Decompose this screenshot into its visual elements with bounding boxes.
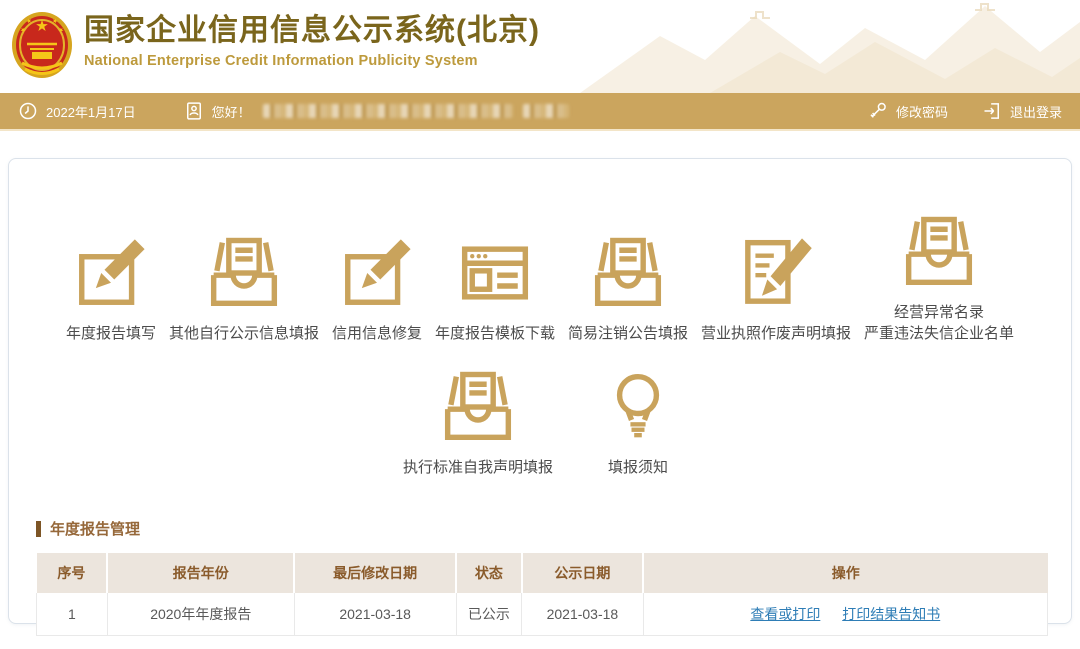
view-or-print-link[interactable]: 查看或打印	[750, 606, 820, 622]
cell-operations: 查看或打印 打印结果告知书	[643, 593, 1047, 635]
national-emblem-logo	[10, 7, 74, 85]
table-row: 1 2020年年度报告 2021-03-18 已公示 2021-03-18 查看…	[37, 593, 1048, 635]
id-card-icon	[184, 101, 204, 121]
clock-icon	[18, 101, 38, 121]
lightbulb-icon	[599, 368, 677, 446]
toolbar-actions: 修改密码 退出登录	[868, 101, 1062, 121]
action-label-line1: 经营异常名录	[864, 302, 1014, 323]
col-header-operation: 操作	[643, 553, 1047, 593]
title-block: 国家企业信用信息公示系统(北京) National Enterprise Cre…	[84, 13, 540, 69]
current-date: 2022年1月17日	[18, 101, 136, 121]
action-label-line2: 严重违法失信企业名单	[864, 323, 1014, 344]
user-toolbar: 2022年1月17日 您好！ 修改密码 退出登录	[0, 93, 1080, 131]
col-header-last-modified: 最后修改日期	[294, 553, 456, 593]
change-password-button[interactable]: 修改密码	[868, 101, 948, 121]
key-icon	[868, 101, 888, 121]
action-other-self-publicity[interactable]: 其他自行公示信息填报	[169, 234, 319, 344]
date-text: 2022年1月17日	[46, 102, 136, 121]
action-report-template-download[interactable]: 年度报告模板下载	[435, 234, 555, 344]
col-header-publicity-date: 公示日期	[522, 553, 643, 593]
section-title: 年度报告管理	[50, 518, 140, 539]
user-greeting: 您好！	[184, 101, 569, 121]
action-label: 营业执照作废声明填报	[701, 323, 851, 344]
action-label: 其他自行公示信息填报	[169, 323, 319, 344]
action-label: 执行标准自我声明填报	[403, 457, 553, 478]
document-edit-icon	[737, 234, 815, 312]
action-filing-instructions[interactable]: 填报须知	[599, 368, 677, 478]
action-label: 年度报告模板下载	[435, 323, 555, 344]
action-label: 信用信息修复	[332, 323, 422, 344]
site-title: 国家企业信用信息公示系统(北京)	[84, 13, 540, 49]
report-section-header: 年度报告管理	[36, 518, 1071, 539]
col-header-status: 状态	[456, 553, 522, 593]
mountain-watermark-art	[520, 0, 1080, 93]
cell-report-year: 2020年年度报告	[107, 593, 294, 635]
action-label: 年度报告填写	[66, 323, 156, 344]
inbox-document-icon	[439, 368, 517, 446]
page: 国家企业信用信息公示系统(北京) National Enterprise Cre…	[0, 0, 1080, 649]
greeting-text: 您好！	[212, 102, 251, 121]
section-marker-bar	[36, 521, 41, 537]
cell-index: 1	[37, 593, 108, 635]
template-window-icon	[456, 234, 534, 312]
logout-button[interactable]: 退出登录	[982, 101, 1062, 121]
col-header-report-year: 报告年份	[107, 553, 294, 593]
site-subtitle: National Enterprise Credit Information P…	[84, 53, 540, 69]
cell-last-modified: 2021-03-18	[294, 593, 456, 635]
print-result-notice-link[interactable]: 打印结果告知书	[842, 606, 940, 622]
action-license-void-declaration[interactable]: 营业执照作废声明填报	[701, 234, 851, 344]
table-header-row: 序号 报告年份 最后修改日期 状态 公示日期 操作	[37, 553, 1048, 593]
action-abnormal-operations-list[interactable]: 经营异常名录 严重违法失信企业名单	[864, 213, 1014, 344]
action-label: 经营异常名录 严重违法失信企业名单	[864, 302, 1014, 344]
edit-square-icon	[72, 234, 150, 312]
redacted-username	[263, 104, 569, 118]
main-panel: 年度报告填写 其他自行公示信息填报 信用信息修复 年度报告模板下载 简易注销公告…	[8, 158, 1072, 624]
action-standard-self-declaration[interactable]: 执行标准自我声明填报	[403, 368, 553, 478]
site-header: 国家企业信用信息公示系统(北京) National Enterprise Cre…	[0, 0, 1080, 93]
inbox-document-icon	[900, 213, 978, 291]
edit-square-icon	[338, 234, 416, 312]
cell-status: 已公示	[456, 593, 522, 635]
action-label: 简易注销公告填报	[568, 323, 688, 344]
quick-actions-row-1: 年度报告填写 其他自行公示信息填报 信用信息修复 年度报告模板下载 简易注销公告…	[9, 213, 1071, 344]
quick-actions-row-2: 执行标准自我声明填报 填报须知	[9, 368, 1071, 478]
action-label: 填报须知	[608, 457, 668, 478]
action-annual-report-fill[interactable]: 年度报告填写	[66, 234, 156, 344]
annual-report-table: 序号 报告年份 最后修改日期 状态 公示日期 操作 1 2020年年度报告 20…	[36, 553, 1048, 636]
cell-publicity-date: 2021-03-18	[522, 593, 643, 635]
logout-icon	[982, 101, 1002, 121]
action-credit-repair[interactable]: 信用信息修复	[332, 234, 422, 344]
inbox-document-icon	[205, 234, 283, 312]
inbox-document-icon	[589, 234, 667, 312]
col-header-index: 序号	[37, 553, 108, 593]
action-simple-cancellation[interactable]: 简易注销公告填报	[568, 234, 688, 344]
logout-label: 退出登录	[1010, 102, 1062, 121]
change-password-label: 修改密码	[896, 102, 948, 121]
